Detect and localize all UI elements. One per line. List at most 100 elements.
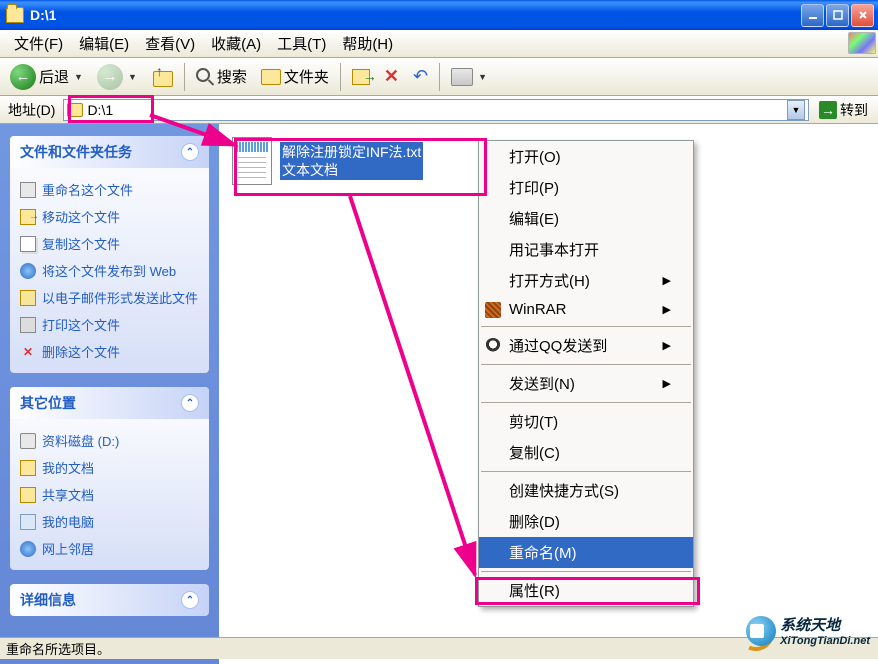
ctx-label: WinRAR [509, 301, 567, 318]
chevron-up-icon: ⌃ [181, 394, 199, 412]
menu-tools[interactable]: 工具(T) [269, 30, 334, 57]
address-bar: 地址(D) D:\1 ▼ → 转到 [0, 96, 878, 124]
place-my-computer[interactable]: 我的电脑 [20, 508, 199, 535]
rename-icon [20, 182, 36, 198]
ctx-winrar[interactable]: WinRAR ▶ [479, 296, 693, 323]
ctx-print[interactable]: 打印(P) [479, 172, 693, 203]
drive-icon [20, 433, 36, 449]
file-label: 解除注册锁定INF法.txt 文本文档 [280, 142, 423, 180]
back-icon: ← [10, 64, 36, 90]
task-move[interactable]: 移动这个文件 [20, 203, 199, 230]
delete-button[interactable]: ✕ [378, 62, 405, 91]
tasks-panel: 文件和文件夹任务 ⌃ 重命名这个文件 移动这个文件 复制这个文件 将这个文件发布… [10, 136, 209, 373]
task-publish-web[interactable]: 将这个文件发布到 Web [20, 257, 199, 284]
windows-flag-icon [848, 32, 876, 54]
place-network[interactable]: 网上邻居 [20, 535, 199, 562]
ctx-label: 删除(D) [509, 511, 560, 532]
go-label: 转到 [840, 100, 868, 120]
places-panel-title: 其它位置 [20, 393, 76, 413]
ctx-label: 用记事本打开 [509, 239, 599, 260]
menu-edit[interactable]: 编辑(E) [71, 30, 137, 57]
move-to-button[interactable] [346, 65, 376, 89]
task-delete[interactable]: ✕删除这个文件 [20, 338, 199, 365]
file-item[interactable]: 解除注册锁定INF法.txt 文本文档 [229, 134, 469, 188]
ctx-send-to[interactable]: 发送到(N)▶ [479, 368, 693, 399]
place-label: 资料磁盘 (D:) [42, 431, 119, 450]
place-my-documents[interactable]: 我的文档 [20, 454, 199, 481]
ctx-open-with[interactable]: 打开方式(H) ▶ [479, 265, 693, 296]
context-menu: 打开(O) 打印(P) 编辑(E) 用记事本打开 打开方式(H) ▶ WinRAR… [478, 140, 694, 607]
move-icon [20, 209, 36, 225]
ctx-open-notepad[interactable]: 用记事本打开 [479, 234, 693, 265]
ctx-label: 复制(C) [509, 442, 560, 463]
ctx-rename[interactable]: 重命名(M) [479, 537, 693, 568]
places-panel-header[interactable]: 其它位置 ⌃ [10, 387, 209, 419]
ctx-edit[interactable]: 编辑(E) [479, 203, 693, 234]
chevron-up-icon: ⌃ [181, 591, 199, 609]
go-button[interactable]: → 转到 [813, 98, 874, 122]
ctx-properties[interactable]: 属性(R) [479, 575, 693, 606]
sidebar: 文件和文件夹任务 ⌃ 重命名这个文件 移动这个文件 复制这个文件 将这个文件发布… [0, 124, 219, 664]
qq-icon [485, 338, 501, 354]
menu-help[interactable]: 帮助(H) [334, 30, 401, 57]
menu-file[interactable]: 文件(F) [6, 30, 71, 57]
ctx-delete[interactable]: 删除(D) [479, 506, 693, 537]
maximize-button[interactable] [826, 4, 849, 27]
status-text: 重命名所选项目。 [6, 639, 110, 658]
folder-icon [67, 103, 83, 117]
task-rename[interactable]: 重命名这个文件 [20, 176, 199, 203]
menu-favorites[interactable]: 收藏(A) [203, 30, 269, 57]
views-button[interactable]: ▼ [445, 64, 493, 90]
ctx-label: 通过QQ发送到 [509, 335, 607, 356]
submenu-arrow-icon: ▶ [663, 303, 671, 316]
ctx-label: 属性(R) [509, 580, 560, 601]
task-label: 将这个文件发布到 Web [42, 261, 176, 280]
chevron-up-icon: ⌃ [181, 143, 199, 161]
address-field[interactable]: D:\1 ▼ [63, 99, 809, 121]
folders-button[interactable]: 文件夹 [255, 62, 335, 91]
ctx-cut[interactable]: 剪切(T) [479, 406, 693, 437]
separator [481, 471, 691, 472]
ctx-open[interactable]: 打开(O) [479, 141, 693, 172]
task-copy[interactable]: 复制这个文件 [20, 230, 199, 257]
delete-icon: ✕ [20, 344, 36, 360]
undo-icon: ↶ [413, 66, 428, 87]
tasks-panel-title: 文件和文件夹任务 [20, 142, 132, 162]
close-button[interactable] [851, 4, 874, 27]
folders-label: 文件夹 [284, 66, 329, 87]
tasks-panel-header[interactable]: 文件和文件夹任务 ⌃ [10, 136, 209, 168]
details-panel-header[interactable]: 详细信息 ⌃ [10, 584, 209, 616]
task-print[interactable]: 打印这个文件 [20, 311, 199, 338]
back-button[interactable]: ← 后退 ▼ [4, 60, 89, 94]
separator [481, 364, 691, 365]
ctx-qq-send[interactable]: 通过QQ发送到▶ [479, 330, 693, 361]
ctx-copy[interactable]: 复制(C) [479, 437, 693, 468]
ctx-label: 打开方式(H) [509, 270, 590, 291]
address-text: D:\1 [87, 102, 783, 118]
place-shared-docs[interactable]: 共享文档 [20, 481, 199, 508]
menu-bar: 文件(F) 编辑(E) 查看(V) 收藏(A) 工具(T) 帮助(H) [0, 30, 878, 58]
undo-button[interactable]: ↶ [407, 62, 434, 91]
up-button[interactable] [145, 63, 179, 91]
winrar-icon [485, 302, 501, 318]
back-label: 后退 [39, 66, 69, 87]
task-email[interactable]: 以电子邮件形式发送此文件 [20, 284, 199, 311]
ctx-shortcut[interactable]: 创建快捷方式(S) [479, 475, 693, 506]
separator [481, 326, 691, 327]
move-to-icon [352, 69, 370, 85]
place-label: 共享文档 [42, 485, 94, 504]
text-file-icon [232, 137, 272, 185]
forward-button[interactable]: → ▼ [91, 60, 143, 94]
menu-view[interactable]: 查看(V) [137, 30, 203, 57]
file-type: 文本文档 [282, 161, 421, 179]
chevron-down-icon: ▼ [74, 72, 83, 82]
place-drive-d[interactable]: 资料磁盘 (D:) [20, 427, 199, 454]
minimize-button[interactable] [801, 4, 824, 27]
address-dropdown[interactable]: ▼ [787, 100, 805, 120]
separator [481, 402, 691, 403]
ctx-label: 打印(P) [509, 177, 559, 198]
submenu-arrow-icon: ▶ [663, 274, 671, 287]
task-label: 以电子邮件形式发送此文件 [42, 288, 198, 307]
search-button[interactable]: 搜索 [190, 62, 253, 91]
task-label: 打印这个文件 [42, 315, 120, 334]
